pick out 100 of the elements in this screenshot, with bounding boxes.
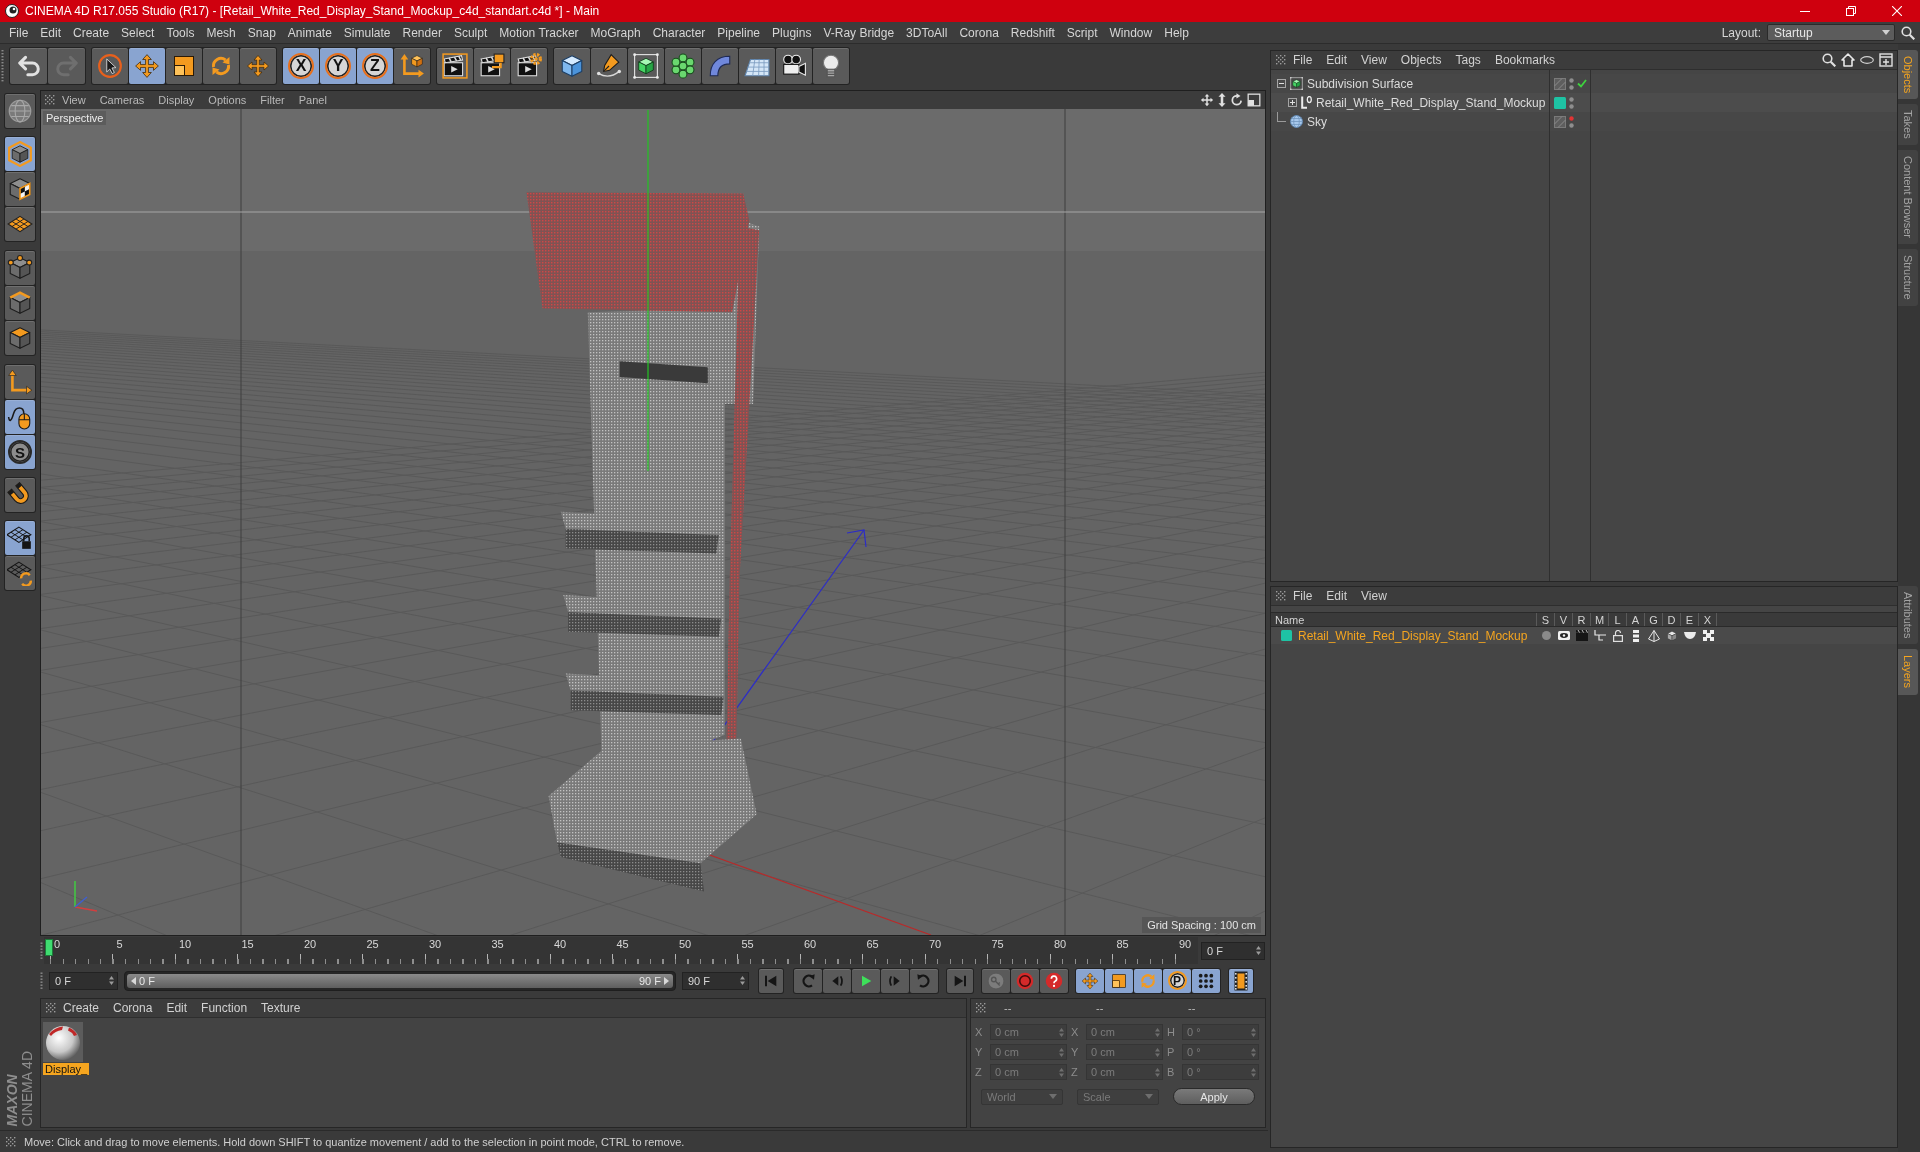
go-to-end-button[interactable] xyxy=(947,968,973,993)
menu-item[interactable]: Bookmarks xyxy=(1487,53,1562,67)
menu-item[interactable]: File xyxy=(1286,589,1320,603)
previous-key-button[interactable] xyxy=(794,968,822,993)
menu-item[interactable]: Window xyxy=(1103,25,1159,40)
menu-item[interactable]: File xyxy=(1286,53,1320,67)
menu-item[interactable]: Corona xyxy=(106,1001,160,1015)
menu-item[interactable]: Character xyxy=(646,25,712,40)
panel-tab[interactable]: Layers xyxy=(1898,649,1918,695)
menu-item[interactable]: Snap xyxy=(241,25,282,40)
menu-item[interactable]: Redshift xyxy=(1004,25,1061,40)
start-frame-field[interactable]: 0 F xyxy=(49,971,118,990)
menu-item[interactable]: Help xyxy=(1158,25,1195,40)
menu-item[interactable]: File xyxy=(3,25,35,40)
model-mode-button[interactable] xyxy=(5,137,35,171)
current-frame-field[interactable]: 0 F xyxy=(1201,941,1265,960)
layout-dropdown[interactable]: Startup xyxy=(1767,24,1895,41)
viewport-canvas[interactable]: Perspective Grid Spacing : 100 cm xyxy=(41,109,1265,935)
menu-item[interactable]: Mesh xyxy=(200,25,242,40)
previous-frame-button[interactable] xyxy=(823,968,851,993)
subdivision-button[interactable] xyxy=(628,48,664,84)
menu-item[interactable]: Function xyxy=(194,1001,255,1015)
go-to-start-button[interactable] xyxy=(759,968,783,993)
menu-item[interactable]: Edit xyxy=(34,25,68,40)
next-key-button[interactable] xyxy=(910,968,938,993)
menu-item[interactable]: Pipeline xyxy=(711,25,767,40)
menu-item[interactable]: Motion Tracker xyxy=(493,25,585,40)
end-frame-field[interactable]: 90 F xyxy=(682,971,749,990)
deformer-button[interactable] xyxy=(702,48,738,84)
tweak-mode-button[interactable] xyxy=(5,400,35,434)
panel-tab[interactable]: Objects xyxy=(1898,50,1918,100)
panel-tab[interactable]: Structure xyxy=(1898,249,1918,306)
playhead[interactable] xyxy=(45,939,53,956)
edges-mode-button[interactable] xyxy=(5,286,35,320)
menu-item[interactable]: Edit xyxy=(1319,589,1355,603)
solo-button[interactable]: S xyxy=(5,435,35,469)
menu-item[interactable]: 3DToAll xyxy=(900,25,954,40)
menu-item[interactable]: Edit xyxy=(1319,53,1355,67)
make-editable-button[interactable] xyxy=(5,94,35,128)
search-icon[interactable] xyxy=(1901,25,1915,40)
menu-item[interactable]: Corona xyxy=(953,25,1005,40)
timeline-button[interactable] xyxy=(1229,968,1253,993)
move-button[interactable] xyxy=(129,48,165,84)
move-key-button[interactable] xyxy=(1076,968,1104,993)
polygons-mode-button[interactable] xyxy=(5,321,35,355)
menu-item[interactable]: Render xyxy=(396,25,448,40)
render-picture-viewer-button[interactable] xyxy=(474,48,510,84)
coordinate-system-button[interactable] xyxy=(394,48,430,84)
scale-key-button[interactable] xyxy=(1105,968,1133,993)
search-icon[interactable] xyxy=(1822,53,1836,67)
menu-item[interactable]: Panel xyxy=(291,94,334,106)
axis-mode-button[interactable] xyxy=(5,365,35,399)
render-view-button[interactable] xyxy=(437,48,473,84)
keyframe-selection-button[interactable] xyxy=(1040,968,1068,993)
menu-item[interactable]: View xyxy=(55,94,93,106)
dolly-view-icon[interactable] xyxy=(1217,93,1227,107)
panel-tab[interactable]: Takes xyxy=(1898,104,1918,146)
home-icon[interactable] xyxy=(1841,53,1855,67)
rotate-view-icon[interactable] xyxy=(1230,93,1244,107)
axis-lock-button[interactable]: X xyxy=(283,48,319,84)
menu-item[interactable]: Create xyxy=(67,25,116,40)
scale-button[interactable] xyxy=(166,48,202,84)
parameter-key-button[interactable]: P xyxy=(1163,968,1191,993)
play-button[interactable] xyxy=(852,968,880,993)
menu-item[interactable]: View xyxy=(1354,589,1394,603)
menu-item[interactable]: Objects xyxy=(1393,53,1449,67)
menu-item[interactable]: Edit xyxy=(159,1001,195,1015)
live-selection-button[interactable] xyxy=(92,48,128,84)
timeline-ruler[interactable]: 0 5 10 15 20 25 30 35 40 45 50 55 60 65 70 75 80 85 90 xyxy=(44,937,1198,964)
menu-item[interactable]: Sculpt xyxy=(447,25,494,40)
light-button[interactable] xyxy=(813,48,849,84)
menu-item[interactable]: View xyxy=(1354,53,1394,67)
texture-mode-button[interactable] xyxy=(5,172,35,206)
render-settings-button[interactable] xyxy=(511,48,547,84)
workplane-mode-button[interactable] xyxy=(5,207,35,241)
menu-item[interactable]: Animate xyxy=(281,25,338,40)
menu-item[interactable]: Texture xyxy=(254,1001,308,1015)
menu-item[interactable]: Simulate xyxy=(337,25,397,40)
undo-button[interactable] xyxy=(10,48,47,84)
menu-item[interactable]: Filter xyxy=(253,94,292,106)
menu-item[interactable]: Tools xyxy=(160,25,201,40)
workplane-sync-button[interactable] xyxy=(5,556,35,590)
menu-item[interactable]: Display xyxy=(151,94,202,106)
maximize-view-icon[interactable] xyxy=(1247,93,1261,107)
next-frame-button[interactable] xyxy=(881,968,909,993)
snap-button[interactable] xyxy=(5,478,35,512)
material-name[interactable]: Display_ xyxy=(43,1063,90,1075)
menu-item[interactable]: Plugins xyxy=(766,25,818,40)
floor-button[interactable] xyxy=(739,48,775,84)
menu-item[interactable]: V-Ray Bridge xyxy=(817,25,901,40)
new-window-icon[interactable] xyxy=(1879,53,1893,67)
panel-tab[interactable]: Attributes xyxy=(1898,586,1918,645)
axis-lock-button[interactable]: Z xyxy=(357,48,393,84)
menu-item[interactable]: Create xyxy=(56,1001,107,1015)
point-level-button[interactable] xyxy=(1192,968,1220,993)
pan-view-icon[interactable] xyxy=(1200,93,1214,107)
layer-row[interactable]: Retail_White_Red_Display_Stand_Mockup xyxy=(1271,627,1897,644)
camera-button[interactable] xyxy=(776,48,812,84)
menu-item[interactable]: Options xyxy=(201,94,254,106)
expand-toggle-icon[interactable] xyxy=(1288,98,1297,107)
